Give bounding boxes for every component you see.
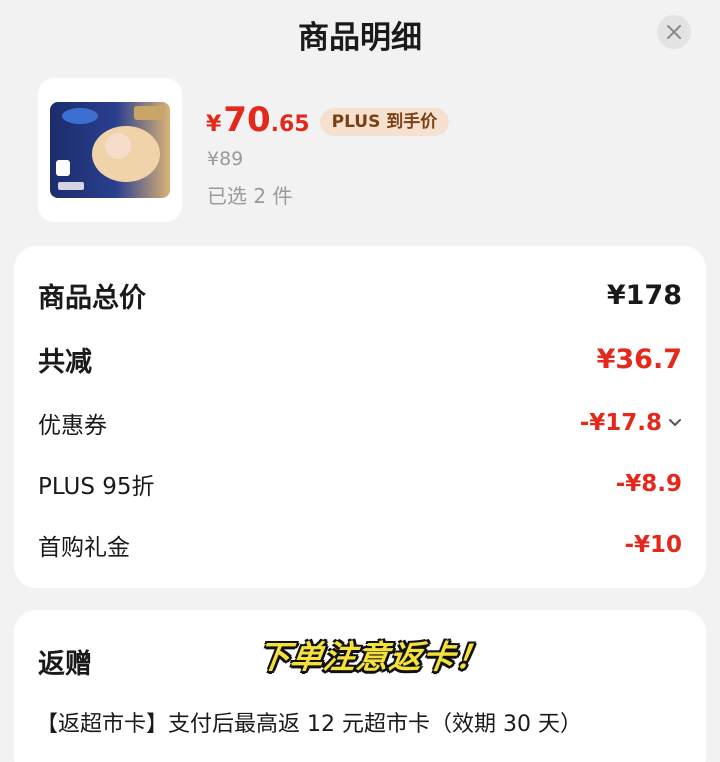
original-price: ¥89 xyxy=(207,148,244,170)
first-purchase-row: 首购礼金 -¥10 xyxy=(38,528,682,562)
total-price-value: ¥178 xyxy=(606,280,682,311)
total-price-row: 商品总价 ¥178 xyxy=(38,276,682,315)
first-purchase-value: -¥10 xyxy=(624,532,682,558)
plus-discount-label: PLUS 95折 xyxy=(38,474,155,500)
page-title: 商品明细 xyxy=(298,20,422,56)
plus-price-badge: PLUS 到手价 xyxy=(319,108,450,136)
close-icon xyxy=(667,25,681,39)
product-info: ¥ 70 .65 PLUS 到手价 ¥89 已选 2 件 xyxy=(0,78,720,228)
first-purchase-label: 首购礼金 xyxy=(38,535,130,561)
coupon-row[interactable]: 优惠券 -¥17.8 xyxy=(38,406,682,440)
chevron-down-icon[interactable] xyxy=(668,418,682,428)
plus-discount-value: -¥8.9 xyxy=(615,471,682,497)
total-discount-value: ¥36.7 xyxy=(596,344,682,375)
rebate-description: 【返超市卡】支付后最高返 12 元超市卡（效期 30 天） xyxy=(36,712,582,737)
header: 商品明细 xyxy=(0,0,720,64)
diaper-package-image xyxy=(50,102,170,198)
total-discount-row: 共减 ¥36.7 xyxy=(38,340,682,379)
rebate-card: 返赠 下单注意返卡！ 【返超市卡】支付后最高返 12 元超市卡（效期 30 天） xyxy=(14,610,706,762)
coupon-label: 优惠券 xyxy=(38,413,107,439)
rebate-banner: 下单注意返卡！ xyxy=(255,638,492,676)
price-summary-card: 商品总价 ¥178 共减 ¥36.7 优惠券 -¥17.8 PLUS 95折 -… xyxy=(14,246,706,588)
price-currency: ¥ xyxy=(206,112,222,137)
price-integer: 70 xyxy=(223,100,271,140)
plus-discount-row: PLUS 95折 -¥8.9 xyxy=(38,467,682,501)
total-discount-label: 共减 xyxy=(38,347,92,378)
price-row: ¥ 70 .65 PLUS 到手价 xyxy=(206,100,450,144)
selected-count: 已选 2 件 xyxy=(207,184,293,208)
coupon-value-wrap[interactable]: -¥17.8 xyxy=(580,410,682,436)
close-button[interactable] xyxy=(657,15,691,49)
total-price-label: 商品总价 xyxy=(38,283,146,314)
product-thumbnail[interactable] xyxy=(38,78,182,222)
rebate-title: 返赠 xyxy=(38,649,92,680)
coupon-value: -¥17.8 xyxy=(579,410,662,436)
price-decimal: .65 xyxy=(270,112,310,137)
